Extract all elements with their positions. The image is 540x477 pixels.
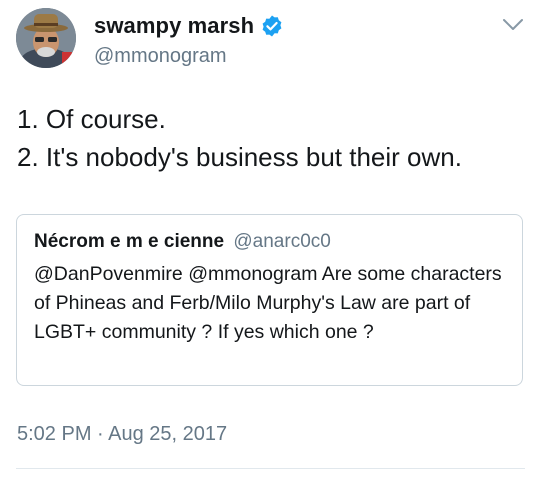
divider bbox=[16, 468, 525, 469]
quoted-tweet-text: @DanPovenmire @mmonogram Are some charac… bbox=[34, 263, 502, 343]
avatar[interactable] bbox=[16, 8, 76, 68]
author-handle[interactable]: @mmonogram bbox=[94, 45, 227, 68]
tweet-line: 2. It's nobody's business but their own. bbox=[17, 142, 462, 172]
chevron-down-icon[interactable] bbox=[502, 18, 524, 32]
quoted-tweet-header: Nécrom e m e cienne @anarc0c0 bbox=[34, 231, 331, 253]
author-name-row: swampy marsh bbox=[94, 13, 284, 39]
author-display-name[interactable]: swampy marsh bbox=[94, 13, 254, 39]
quoted-author-handle: @anarc0c0 bbox=[233, 231, 331, 252]
quoted-tweet-card[interactable]: Nécrom e m e cienne @anarc0c0 @DanPovenm… bbox=[16, 214, 523, 386]
quoted-author-name: Nécrom e m e cienne bbox=[34, 231, 225, 252]
tweet-text: 1. Of course. 2. It's nobody's business … bbox=[17, 100, 462, 176]
tweet-line: 1. Of course. bbox=[17, 104, 166, 134]
tweet-timestamp[interactable]: 5:02 PM · Aug 25, 2017 bbox=[17, 423, 227, 446]
verified-badge-icon bbox=[260, 14, 284, 38]
